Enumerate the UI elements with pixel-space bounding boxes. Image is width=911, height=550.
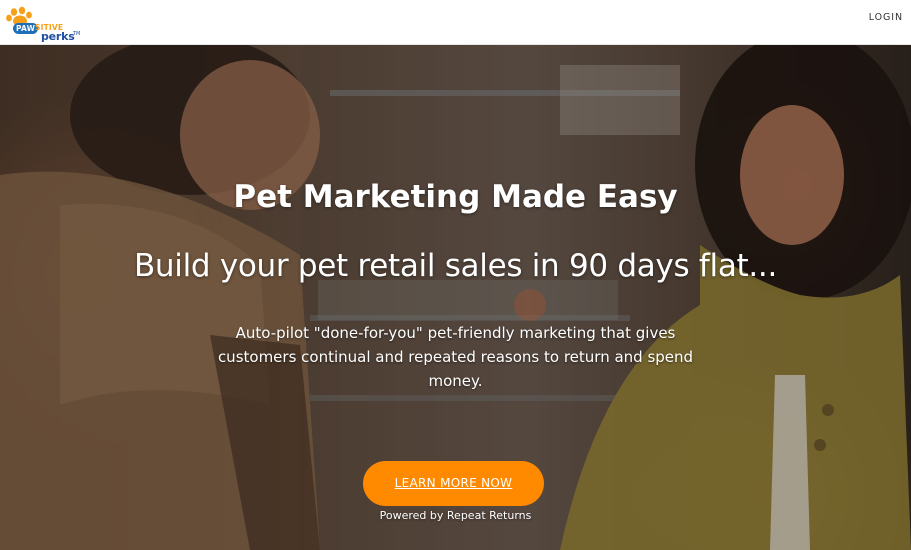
hero-subtitle: Build your pet retail sales in 90 days f… bbox=[133, 248, 778, 284]
repeat-returns-link[interactable]: Repeat Returns bbox=[447, 509, 531, 522]
pawsitive-perks-logo[interactable]: PAW SITIVE perks TM bbox=[5, 6, 85, 43]
learn-more-button[interactable]: LEARN MORE NOW bbox=[363, 461, 544, 506]
hero-section: Pet Marketing Made Easy Build your pet r… bbox=[0, 45, 911, 550]
logo-text-perks: perks bbox=[41, 30, 75, 43]
logo-trademark: TM bbox=[73, 31, 81, 37]
powered-by-credit: Powered by Repeat Returns bbox=[0, 509, 911, 522]
hero-description: Auto-pilot "done-for-you" pet-friendly m… bbox=[217, 324, 694, 390]
login-link[interactable]: LOGIN bbox=[869, 12, 903, 23]
powered-by-label: Powered by bbox=[379, 509, 444, 522]
top-navbar: PAW SITIVE perks TM LOGIN bbox=[0, 0, 911, 45]
hero-title: Pet Marketing Made Easy bbox=[233, 179, 678, 215]
